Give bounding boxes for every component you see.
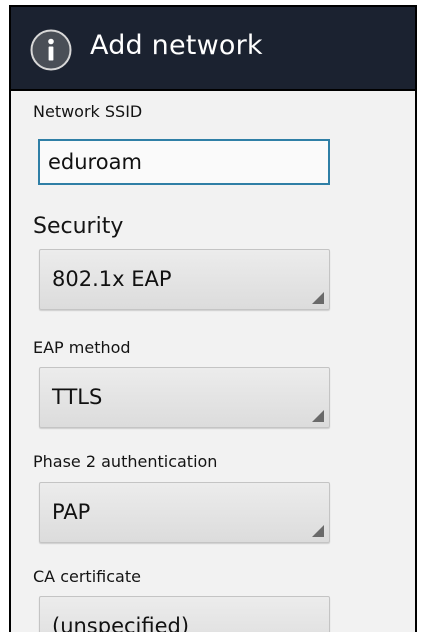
phase2-auth-dropdown-value: PAP bbox=[52, 500, 91, 524]
dialog-title: Add network bbox=[90, 30, 263, 61]
dialog-content: Network SSID Security 802.1x EAP EAP met… bbox=[11, 91, 415, 632]
add-network-dialog: Add network Network SSID Security 802.1x… bbox=[9, 5, 417, 632]
phase2-auth-dropdown[interactable]: PAP bbox=[39, 482, 330, 543]
info-icon bbox=[30, 29, 72, 71]
security-dropdown-value: 802.1x EAP bbox=[52, 267, 172, 291]
network-ssid-input[interactable] bbox=[38, 139, 330, 185]
eap-method-dropdown[interactable]: TTLS bbox=[39, 367, 330, 428]
security-label: Security bbox=[33, 214, 124, 239]
dropdown-corner-icon bbox=[312, 525, 324, 537]
eap-method-label: EAP method bbox=[33, 338, 131, 357]
ca-certificate-label: CA certificate bbox=[33, 567, 141, 586]
ca-certificate-dropdown-value: (unspecified) bbox=[52, 614, 190, 632]
security-dropdown[interactable]: 802.1x EAP bbox=[39, 249, 330, 310]
dialog-titlebar: Add network bbox=[11, 7, 415, 91]
eap-method-dropdown-value: TTLS bbox=[52, 385, 103, 409]
network-ssid-label: Network SSID bbox=[33, 102, 143, 121]
dropdown-corner-icon bbox=[312, 410, 324, 422]
phase2-auth-label: Phase 2 authentication bbox=[33, 452, 218, 471]
dropdown-corner-icon bbox=[312, 292, 324, 304]
ca-certificate-dropdown[interactable]: (unspecified) bbox=[39, 596, 330, 632]
